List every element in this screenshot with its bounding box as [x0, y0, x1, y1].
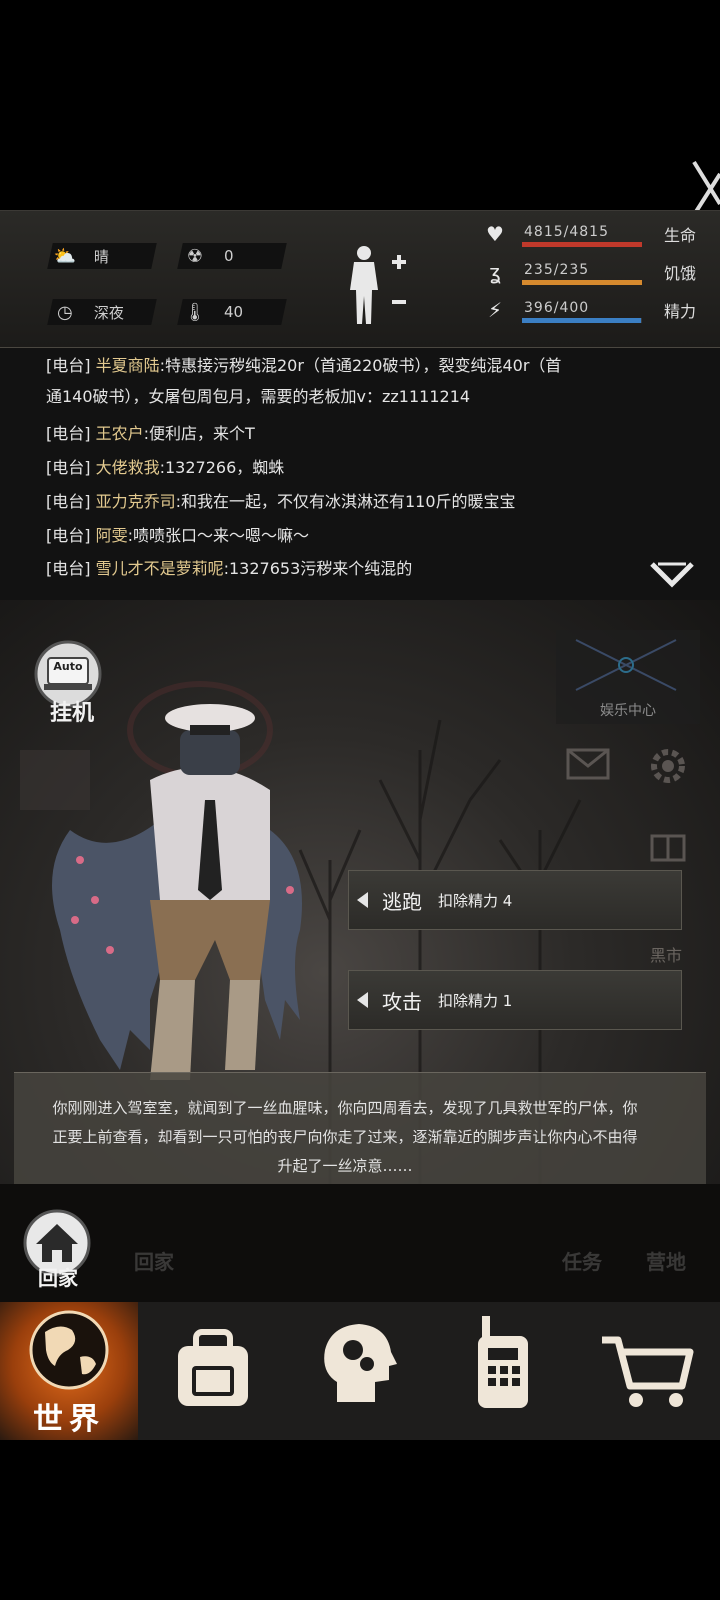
flee-cost: 扣除精力 4	[438, 891, 513, 910]
backpack-icon	[178, 1329, 248, 1406]
chat-sender[interactable]: 雪儿才不是萝莉呢	[96, 559, 224, 578]
chat-message: :1327266，蜘蛛	[159, 458, 285, 477]
chat-line: [电台] 大佬救我:1327266，蜘蛛	[46, 452, 666, 483]
flee-button[interactable]: 逃跑 扣除精力 4	[348, 870, 682, 930]
tab-world-label: 世界	[33, 1402, 105, 1437]
walkie-talkie-icon	[478, 1316, 528, 1408]
gift-icon[interactable]	[648, 822, 688, 862]
energy-label: 精力	[664, 302, 697, 321]
chevron-down-icon[interactable]	[650, 560, 694, 590]
chat-line: [电台] 王农户:便利店，来个T	[46, 418, 666, 449]
hunger-value: 235/235	[524, 262, 590, 278]
auto-badge: Auto	[53, 660, 83, 673]
arrow-left-icon	[357, 892, 368, 908]
black-market-label[interactable]: 黑市	[650, 942, 682, 966]
chat-line: 通140破书），女屠包周包月，需要的老板加v：zz1111214	[46, 381, 666, 412]
chat-message: :啧啧张口～来～嗯～嘛～	[127, 526, 310, 545]
hunger-stat: ʓ 235/235 饥饿	[480, 258, 710, 290]
chat-tag: [电台]	[46, 356, 91, 375]
health-stat: ♥ 4815/4815 生命	[480, 220, 710, 252]
flee-label: 逃跑	[382, 889, 422, 914]
time-pill: ◷ 深夜	[47, 299, 157, 325]
chat-line: [电台] 半夏商陆:特惠接污秽纯混20r（首通220破书），裂变纯混40r（首	[46, 350, 666, 381]
chat-line: [电台] 亚力克乔司:和我在一起，不仅有冰淇淋还有110斤的暖宝宝	[46, 486, 666, 517]
radiation-icon: ☢	[186, 245, 204, 267]
chat-message: :1327653污秽来个纯混的	[223, 559, 413, 578]
health-label: 生命	[664, 226, 697, 245]
home-label: 回家	[38, 1266, 78, 1290]
bottom-spacer	[0, 1440, 720, 1600]
globe-icon	[29, 1310, 109, 1390]
thermometer-icon: 🌡	[183, 301, 207, 323]
character-figure-icon[interactable]	[346, 244, 416, 328]
chat-sender[interactable]: 王农户	[96, 424, 144, 443]
energy-bar	[522, 318, 642, 323]
tab-world[interactable]: 世界	[0, 1302, 138, 1440]
chat-tag: [电台]	[46, 559, 91, 578]
bottom-tab-bar: 世界	[0, 1302, 720, 1440]
chat-tag: [电台]	[46, 526, 91, 545]
hunger-label: 饥饿	[664, 264, 697, 283]
shopping-cart-icon	[602, 1336, 694, 1407]
chat-tag: [电台]	[46, 492, 91, 511]
chat-line: [电台] 雪儿才不是萝莉呢:1327653污秽来个纯混的	[46, 553, 666, 584]
chat-sender[interactable]: 半夏商陆	[96, 356, 160, 375]
tab-radio[interactable]	[436, 1302, 574, 1440]
temperature-text: 40	[224, 303, 244, 321]
energy-stat: ⚡ 396/400 精力	[480, 296, 710, 328]
chat-message: 通140破书），女屠包周包月，需要的老板加v：zz1111214	[46, 387, 471, 406]
chat-line: [电台] 阿雯:啧啧张口～来～嗯～嘛～	[46, 520, 666, 551]
health-bar	[522, 242, 642, 247]
attack-button[interactable]: 攻击 扣除精力 1	[348, 970, 682, 1030]
chat-tag: [电台]	[46, 424, 91, 443]
chat-message: :特惠接污秽纯混20r（首通220破书），裂变纯混40r（首	[159, 356, 562, 375]
heart-icon: ♥	[486, 222, 504, 246]
arrow-left-icon	[357, 992, 368, 1008]
cloud-sun-icon: ⛅	[53, 245, 77, 267]
health-value: 4815/4815	[524, 224, 609, 240]
stomach-icon: ʓ	[489, 260, 501, 284]
settings-gear-icon[interactable]	[646, 744, 690, 788]
ghost-camp-label: 营地	[646, 1250, 686, 1274]
chat-message: :和我在一起，不仅有冰淇淋还有110斤的暖宝宝	[175, 492, 516, 511]
scene-bottom-strip	[0, 1184, 720, 1302]
attack-cost: 扣除精力 1	[438, 991, 513, 1010]
chat-tag: [电台]	[46, 458, 91, 477]
entertainment-center-label: 娱乐中心	[600, 703, 656, 719]
hunger-bar	[522, 280, 642, 285]
energy-value: 396/400	[524, 300, 590, 316]
tab-backpack[interactable]	[144, 1302, 282, 1440]
ghost-home-label: 回家	[134, 1250, 174, 1274]
chat-sender[interactable]: 阿雯	[96, 526, 128, 545]
mail-icon[interactable]	[566, 748, 610, 780]
head-gears-icon	[324, 1324, 397, 1402]
chat-sender[interactable]: 亚力克乔司	[96, 492, 176, 511]
chat-message: :便利店，来个T	[143, 424, 255, 443]
auto-label: 挂机	[49, 701, 94, 726]
radiation-text: 0	[224, 247, 234, 265]
ghost-task-label: 任务	[562, 1250, 602, 1274]
attack-label: 攻击	[382, 989, 422, 1014]
tab-shop[interactable]	[582, 1302, 720, 1440]
story-text: 你刚刚进入驾室室，就闻到了一丝血腥味，你向四周看去，发现了几具救世军的尸体，你正…	[52, 1099, 638, 1175]
chat-sender[interactable]: 大佬救我	[96, 458, 160, 477]
weather-pill: ⛅ 晴	[47, 243, 157, 269]
clock-icon: ◷	[57, 301, 73, 323]
weather-text: 晴	[94, 247, 110, 266]
energy-head-icon: ⚡	[487, 298, 503, 322]
time-text: 深夜	[94, 303, 125, 322]
temperature-pill: 🌡 40	[177, 299, 287, 325]
tab-skills[interactable]	[291, 1302, 429, 1440]
top-spacer	[0, 0, 720, 210]
radiation-pill: ☢ 0	[177, 243, 287, 269]
